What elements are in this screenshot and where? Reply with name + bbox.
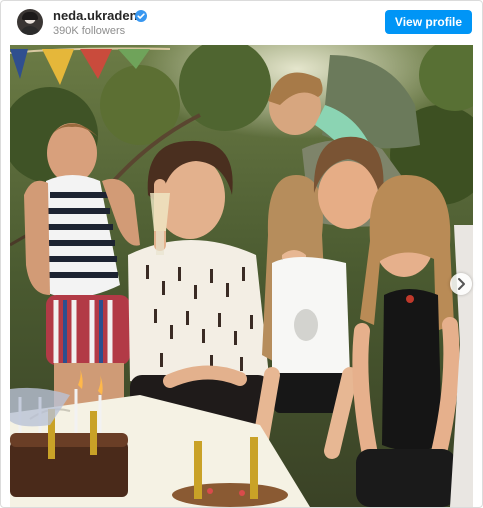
follower-count: 390K followers [53,25,126,37]
view-profile-button[interactable]: View profile [385,10,472,34]
next-photo-button[interactable] [450,273,472,295]
username[interactable]: neda.ukraden [53,8,138,24]
profile-avatar[interactable] [17,9,43,35]
chevron-right-icon [458,278,465,290]
photo-illustration [10,45,473,507]
instagram-embed-card: neda.ukraden 390K followers View profile [0,0,483,508]
post-photo[interactable] [10,45,473,507]
post-header: neda.ukraden 390K followers View profile [1,1,482,43]
verified-badge-icon [135,10,147,22]
